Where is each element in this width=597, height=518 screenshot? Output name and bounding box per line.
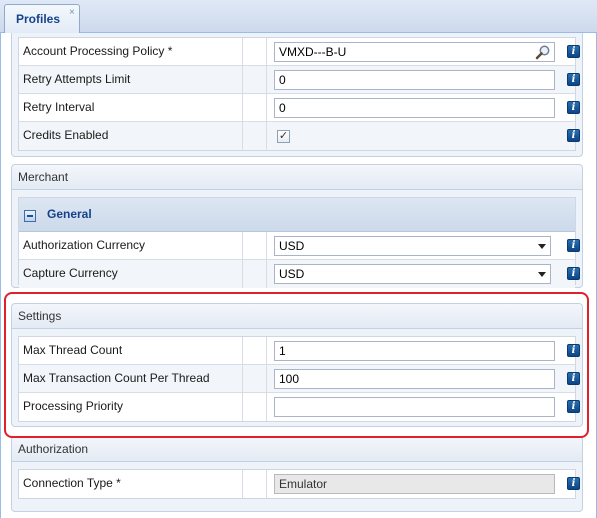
max-transaction-count-input[interactable]: 100 [274, 369, 555, 389]
general-section-header[interactable]: General [19, 198, 575, 232]
account-processing-policy-field[interactable]: VMXD---B-U [274, 42, 555, 62]
form-row: Account Processing Policy * VMXD---B-U i [19, 38, 580, 66]
authorization-currency-select[interactable]: USD [274, 236, 551, 256]
processing-priority-input[interactable] [274, 397, 555, 417]
info-icon[interactable]: i [567, 73, 580, 86]
form-row: Credits Enabled ✓ i [19, 122, 580, 150]
form-row: Retry Interval 0 i [19, 94, 580, 122]
field-label: Max Thread Count [19, 337, 243, 364]
panel-title: Settings [12, 304, 582, 329]
settings-panel: Settings Max Thread Count 1 i Max Transa… [11, 303, 583, 427]
info-icon[interactable]: i [567, 45, 580, 58]
processing-panel: Account Processing Policy * VMXD---B-U i… [11, 33, 583, 157]
form-row: Connection Type * Emulator i [19, 470, 580, 498]
processing-grid: Account Processing Policy * VMXD---B-U i… [18, 37, 580, 151]
form-row: Max Thread Count 1 i [19, 337, 580, 365]
chevron-down-icon [538, 244, 546, 249]
info-icon[interactable]: i [567, 267, 580, 280]
capture-currency-select[interactable]: USD [274, 264, 551, 284]
close-icon[interactable]: × [69, 8, 75, 18]
credits-enabled-checkbox[interactable]: ✓ [277, 130, 290, 143]
retry-attempts-limit-input[interactable]: 0 [274, 70, 555, 90]
tab-label: Profiles [16, 12, 61, 26]
panel-title: Merchant [12, 165, 582, 190]
form-row: Retry Attempts Limit 0 i [19, 66, 580, 94]
search-icon[interactable] [535, 44, 551, 60]
connection-type-field: Emulator [274, 474, 555, 494]
field-label: Retry Attempts Limit [19, 66, 243, 93]
info-icon[interactable]: i [567, 372, 580, 385]
field-label: Authorization Currency [19, 232, 243, 259]
field-label: Capture Currency [19, 260, 243, 288]
info-icon[interactable]: i [567, 129, 580, 142]
info-icon[interactable]: i [567, 101, 580, 114]
authorization-grid: Connection Type * Emulator i [18, 469, 580, 499]
panel-title: Authorization [12, 437, 582, 462]
form-row: Capture Currency USD i [19, 260, 580, 288]
info-icon[interactable]: i [567, 239, 580, 252]
collapse-icon[interactable] [24, 210, 36, 222]
tab-profiles[interactable]: Profiles × [4, 4, 80, 33]
field-label: Credits Enabled [19, 122, 243, 150]
form-row: Processing Priority i [19, 393, 580, 421]
field-label: Processing Priority [19, 393, 243, 421]
content-area: Account Processing Policy * VMXD---B-U i… [0, 33, 597, 518]
field-label: Account Processing Policy * [19, 38, 243, 65]
tab-strip: Profiles × [0, 0, 597, 33]
retry-interval-input[interactable]: 0 [274, 98, 555, 118]
section-label: General [47, 207, 92, 221]
form-row: Max Transaction Count Per Thread 100 i [19, 365, 580, 393]
info-icon[interactable]: i [567, 400, 580, 413]
field-label: Max Transaction Count Per Thread [19, 365, 243, 392]
authorization-panel: Authorization Connection Type * Emulator… [11, 436, 583, 512]
merchant-panel: Merchant General Authorization Currency … [11, 164, 583, 288]
form-row: Authorization Currency USD i [19, 232, 580, 260]
field-label: Retry Interval [19, 94, 243, 121]
merchant-grid: General Authorization Currency USD i Cap… [18, 197, 580, 288]
info-icon[interactable]: i [567, 477, 580, 490]
max-thread-count-input[interactable]: 1 [274, 341, 555, 361]
info-icon[interactable]: i [567, 344, 580, 357]
chevron-down-icon [538, 272, 546, 277]
field-label: Connection Type * [19, 470, 243, 498]
settings-grid: Max Thread Count 1 i Max Transaction Cou… [18, 336, 580, 422]
